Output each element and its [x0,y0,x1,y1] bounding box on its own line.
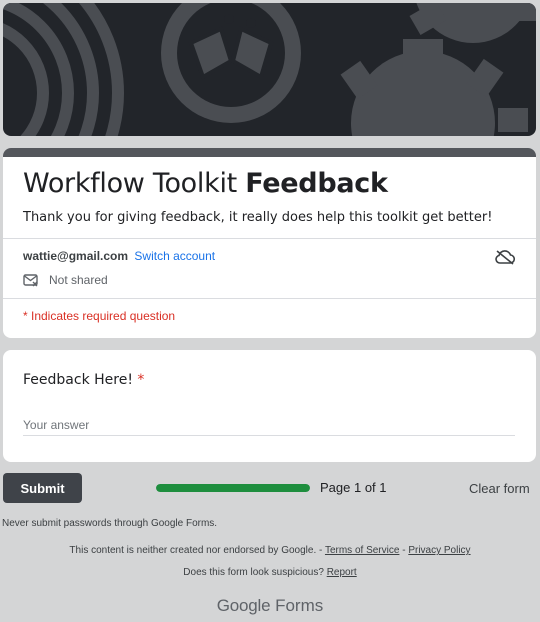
suspicious-row: Does this form look suspicious? Report [0,567,540,578]
form-title-regular: Workflow Toolkit [23,168,246,199]
account-email: wattie@gmail.com [23,249,129,263]
clear-form-button[interactable]: Clear form [469,481,530,496]
report-link[interactable]: Report [327,567,357,578]
banner-illustration [3,3,536,136]
switch-account-link[interactable]: Switch account [134,249,215,263]
brand-forms: Forms [275,596,324,615]
accent-bar [3,148,536,157]
not-shared-row: Not shared [23,273,108,287]
answer-input[interactable] [23,414,515,436]
account-row: wattie@gmail.com Switch account [23,249,215,263]
suspicious-text: Does this form look suspicious? [183,567,327,578]
google-forms-logo[interactable]: Google Forms [0,596,540,616]
disclaimer-text: This content is neither created nor endo… [69,545,325,556]
disclaimer: This content is neither created nor endo… [0,545,540,556]
privacy-link[interactable]: Privacy Policy [408,545,470,556]
brand-google: Google [216,596,271,615]
question-card: Feedback Here! * [3,350,536,462]
separator: - [399,545,409,556]
mail-not-shared-icon [23,274,38,287]
cloud-off-icon[interactable] [495,249,516,265]
password-warning: Never submit passwords through Google Fo… [2,518,218,529]
required-star: * [137,372,145,388]
header-banner [3,3,536,136]
progress-bar [156,484,310,492]
form-description: Thank you for giving feedback, it really… [23,210,493,225]
page-indicator: Page 1 of 1 [320,480,387,495]
question-label: Feedback Here! * [23,372,144,388]
divider [3,298,536,299]
terms-link[interactable]: Terms of Service [325,545,399,556]
question-text: Feedback Here! [23,372,133,388]
not-shared-label: Not shared [49,273,108,287]
submit-button[interactable]: Submit [3,473,82,503]
form-title-bold: Feedback [245,168,388,199]
progress-fill [156,484,310,492]
form-title: Workflow Toolkit Feedback [23,168,388,199]
divider [3,238,536,239]
required-note: * Indicates required question [23,309,176,323]
form-header-card: Workflow Toolkit Feedback Thank you for … [3,148,536,338]
